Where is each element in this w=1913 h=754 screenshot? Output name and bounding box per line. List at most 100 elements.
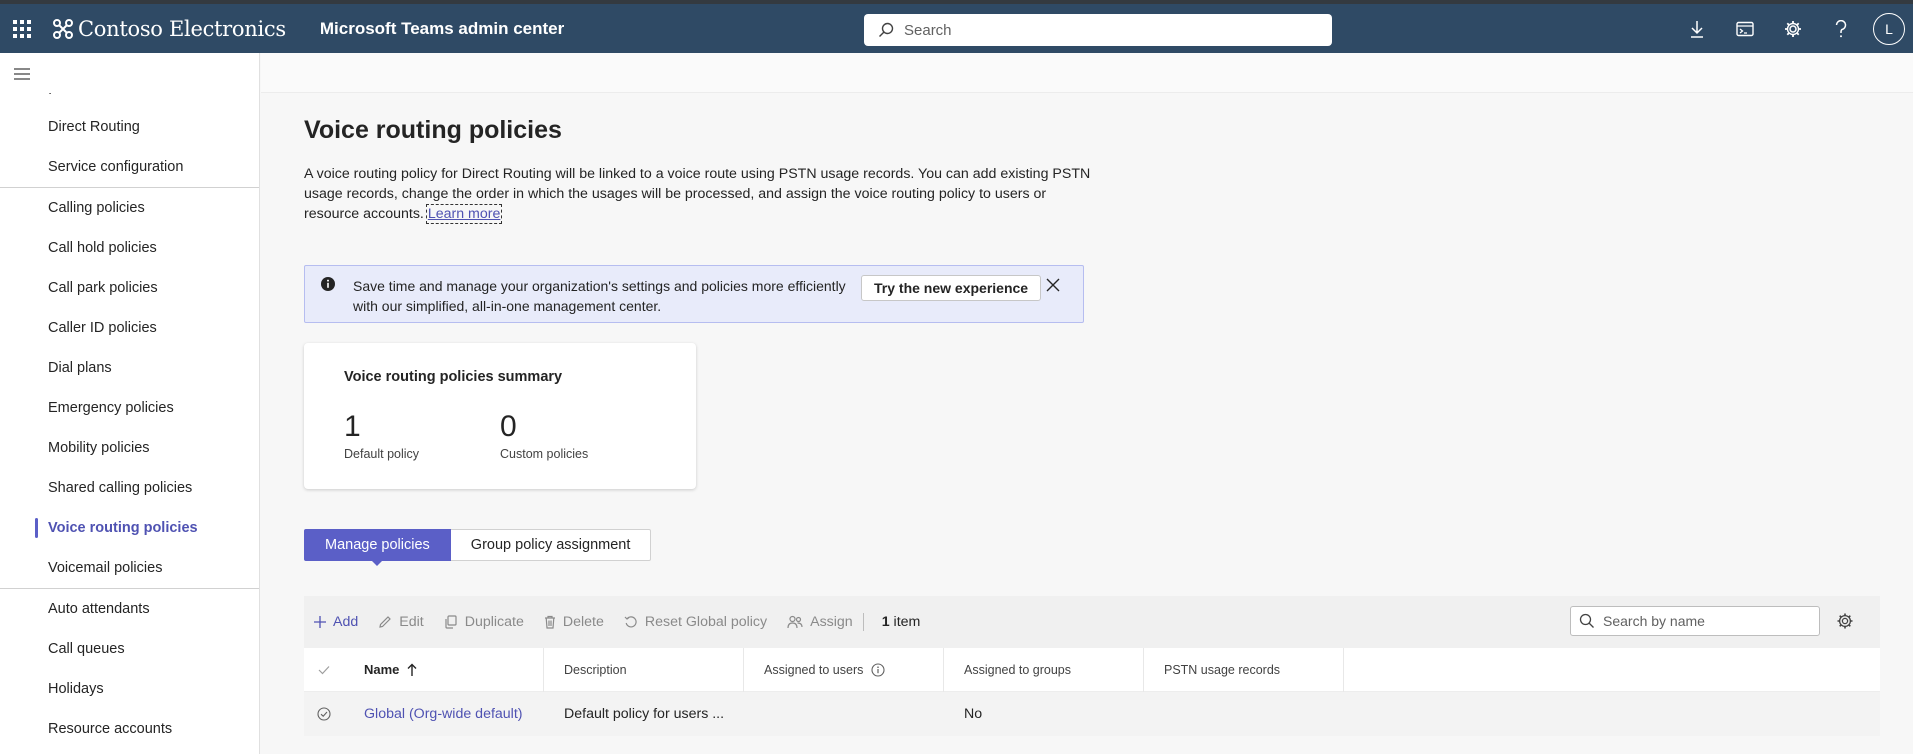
add-label: Add	[333, 614, 359, 630]
people-icon	[787, 615, 803, 629]
column-header-assigned-to-groups[interactable]: Assigned to groups	[944, 647, 1144, 692]
column-header-name[interactable]: Name	[344, 647, 544, 692]
top-bar: Contoso Electronics Microsoft Teams admi…	[0, 0, 1913, 53]
page-description: A voice routing policy for Direct Routin…	[304, 164, 1104, 224]
tab-group-policy-assignment[interactable]: Group policy assignment	[450, 529, 652, 561]
delete-label: Delete	[562, 614, 604, 630]
assign-button[interactable]: Assign	[777, 606, 863, 638]
app-title: Microsoft Teams admin center	[319, 18, 565, 38]
item-count-label: item	[893, 614, 921, 630]
download-icon	[1691, 20, 1703, 38]
column-header-assigned-to-users[interactable]: Assigned to users	[744, 647, 944, 692]
terminal-icon	[1736, 21, 1754, 36]
breadcrumb-bar	[261, 53, 1913, 93]
sidebar-item-calling-policies[interactable]: Calling policies	[0, 188, 259, 228]
search-icon	[879, 22, 894, 37]
edit-label: Edit	[399, 614, 424, 630]
sidebar-item-call-park-policies[interactable]: Call park policies	[0, 268, 259, 308]
gear-icon[interactable]	[1836, 612, 1854, 630]
policy-name-link[interactable]: Global (Org-wide default)	[344, 692, 544, 736]
sidebar-item-auto-attendants[interactable]: Auto attendants	[0, 589, 259, 629]
settings-button[interactable]	[1769, 4, 1817, 53]
column-header-description[interactable]: Description	[544, 647, 744, 692]
sidebar-item-shared-calling-policies[interactable]: Shared calling policies	[0, 468, 259, 508]
reset-label: Reset Global policy	[644, 614, 768, 630]
help-icon	[1835, 19, 1847, 37]
nav-item-partial: .	[48, 93, 52, 98]
sidebar-item-call-queues[interactable]: Call queues	[0, 629, 259, 669]
info-icon[interactable]	[871, 662, 885, 677]
tab-list: Manage policies Group policy assignment	[304, 529, 652, 566]
sidebar-item-mobility-policies[interactable]: Mobility policies	[0, 428, 259, 468]
stat-value: 1	[344, 410, 361, 443]
sidebar-item-direct-routing[interactable]: Direct Routing	[0, 107, 259, 147]
policy-assigned-groups: No	[964, 706, 983, 722]
top-actions: L	[1673, 4, 1913, 53]
contoso-logo-icon	[53, 18, 73, 39]
global-search-input[interactable]: Search	[864, 14, 1332, 46]
assign-label: Assign	[810, 614, 853, 630]
sidebar-item-voice-routing-policies[interactable]: Voice routing policies	[0, 508, 259, 548]
policy-assigned-users	[744, 692, 944, 736]
waffle-icon	[13, 19, 31, 38]
close-icon[interactable]	[1045, 277, 1061, 293]
download-button[interactable]	[1673, 4, 1721, 53]
stat-custom-policies: 0 Custom policies	[500, 409, 588, 461]
circle-check-icon	[317, 707, 331, 721]
sidebar-item-emergency-policies[interactable]: Emergency policies	[0, 388, 259, 428]
summary-card: Voice routing policies summary 1 Default…	[304, 343, 696, 489]
copy-icon	[445, 615, 457, 629]
learn-more-link[interactable]: Learn more	[425, 204, 503, 224]
sidebar-item-resource-accounts[interactable]: Resource accounts	[0, 709, 259, 749]
nav-scroll-area[interactable]: . Direct Routing Service configuration C…	[0, 93, 259, 753]
table-header: Name Description Assigned to users Assig…	[304, 647, 1880, 692]
brand-name: Contoso Electronics	[78, 16, 286, 41]
search-by-name-placeholder: Search by name	[1603, 613, 1705, 629]
summary-title: Voice routing policies summary	[344, 369, 563, 385]
gear-icon	[1785, 20, 1801, 37]
stat-label: Default policy	[344, 447, 420, 461]
trash-icon	[544, 615, 555, 629]
brand-logo[interactable]: Contoso Electronics	[52, 17, 286, 41]
main-content: Voice routing policies A voice routing p…	[261, 53, 1913, 754]
select-all-checkbox[interactable]	[304, 648, 344, 692]
nav-toggle-button[interactable]	[14, 67, 30, 85]
sidebar-item-caller-id-policies[interactable]: Caller ID policies	[0, 308, 259, 348]
duplicate-button[interactable]: Duplicate	[434, 606, 534, 638]
sort-ascending-icon	[407, 663, 417, 676]
table-row[interactable]: Global (Org-wide default) Default policy…	[304, 692, 1880, 736]
column-name-label: Name	[364, 662, 400, 677]
edit-button[interactable]: Edit	[368, 606, 433, 638]
reset-global-policy-button[interactable]: Reset Global policy	[614, 606, 777, 638]
help-button[interactable]	[1817, 4, 1865, 53]
item-count: 1 item	[882, 614, 921, 630]
policy-pstn-usage-records	[1144, 692, 1344, 736]
table-toolbar: Add Edit Duplicate Delete Reset Global p…	[304, 596, 1880, 648]
sidebar-item-dial-plans[interactable]: Dial plans	[0, 348, 259, 388]
reset-icon	[624, 616, 637, 628]
item-count-value: 1	[881, 614, 890, 630]
row-select-checkbox[interactable]	[304, 692, 344, 736]
delete-button[interactable]: Delete	[534, 606, 614, 638]
pencil-icon	[379, 616, 392, 628]
toolbar-divider	[862, 613, 864, 631]
hamburger-icon	[14, 68, 30, 80]
column-assigned-users-label: Assigned to users	[764, 662, 864, 677]
sidebar-item-service-configuration[interactable]: Service configuration	[0, 147, 259, 187]
tab-manage-policies[interactable]: Manage policies	[304, 529, 451, 566]
page-title: Voice routing policies	[304, 116, 562, 144]
add-button[interactable]: Add	[304, 606, 368, 638]
try-new-experience-button[interactable]: Try the new experience	[861, 275, 1042, 301]
info-banner: Save time and manage your organization's…	[304, 265, 1084, 323]
column-header-pstn-usage-records[interactable]: PSTN usage records	[1144, 647, 1344, 692]
app-launcher-button[interactable]	[0, 4, 44, 53]
sidebar-item-holidays[interactable]: Holidays	[0, 669, 259, 709]
user-avatar[interactable]: L	[1873, 12, 1905, 45]
search-by-name-input[interactable]: Search by name	[1570, 606, 1820, 636]
shell-button[interactable]	[1721, 4, 1769, 53]
check-icon	[318, 665, 330, 674]
sidebar-item-call-hold-policies[interactable]: Call hold policies	[0, 228, 259, 268]
sidebar-item-voicemail-policies[interactable]: Voicemail policies	[0, 548, 259, 588]
policy-description: Default policy for users ...	[564, 706, 725, 722]
stat-default-policy: 1 Default policy	[344, 409, 419, 461]
